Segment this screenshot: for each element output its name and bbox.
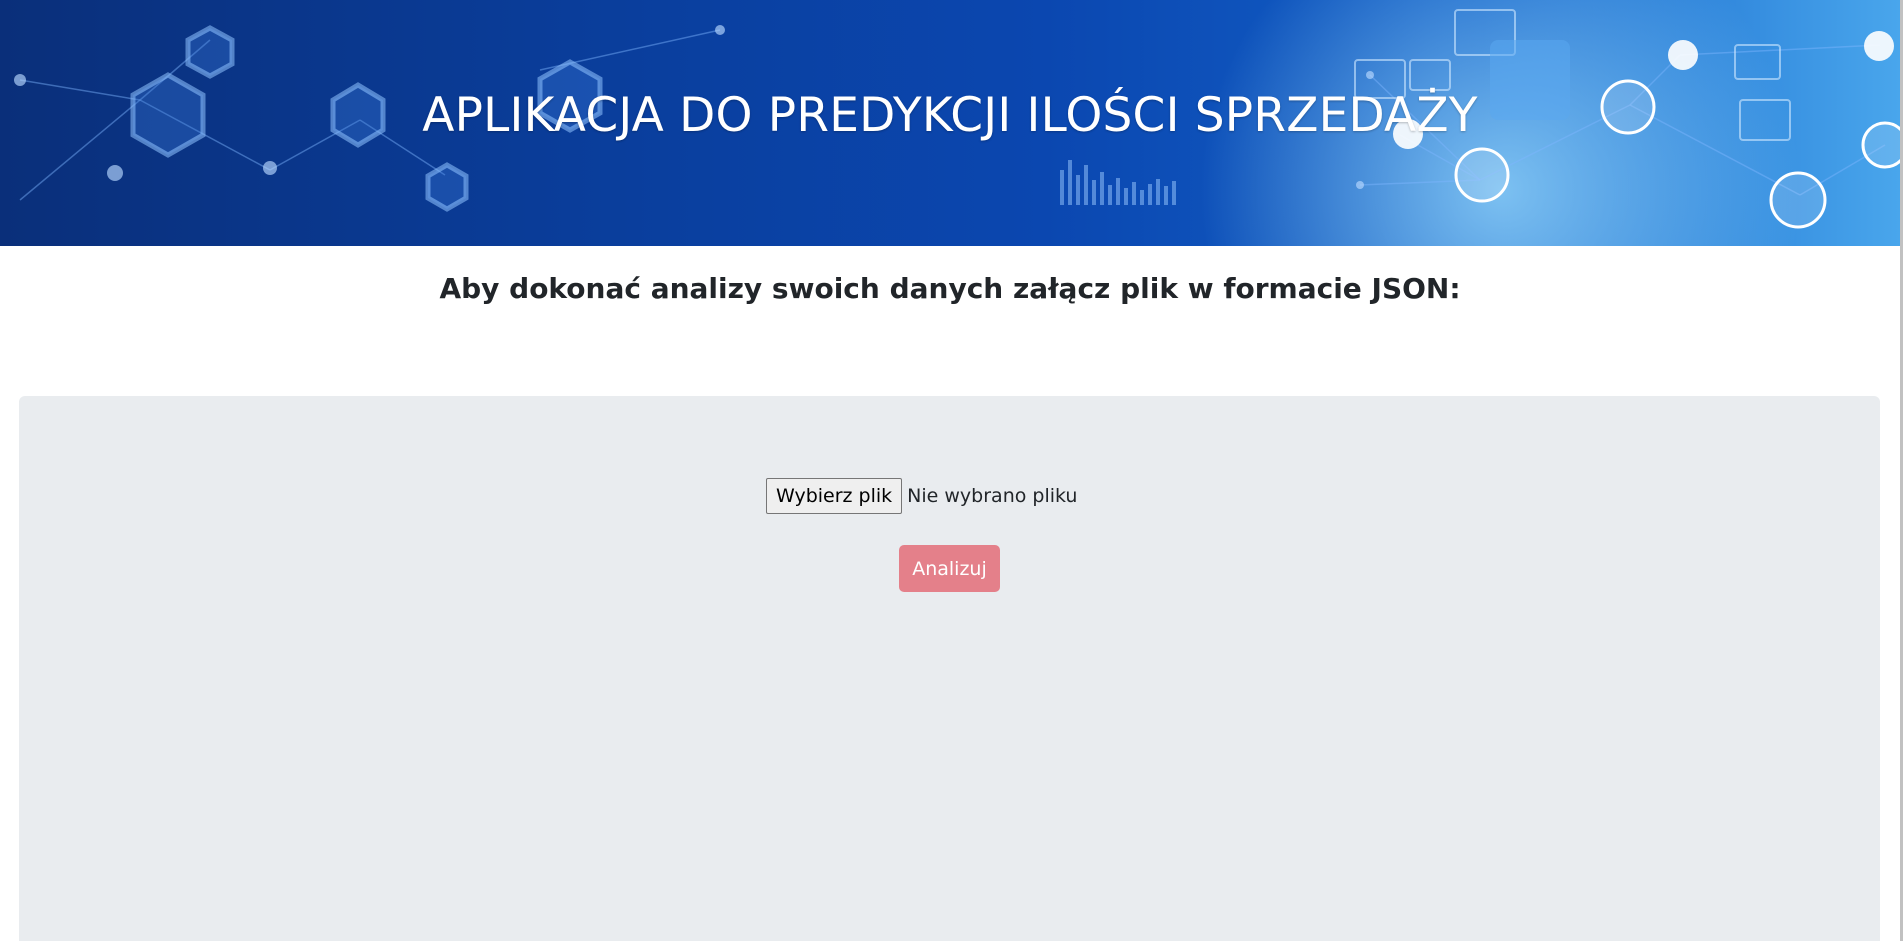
choose-file-button[interactable]: Wybierz plik [766, 478, 903, 514]
file-status-text: Nie wybrano pliku [907, 485, 1078, 507]
upload-instruction: Aby dokonać analizy swoich danych załącz… [439, 272, 1461, 305]
analyze-button[interactable]: Analizuj [899, 545, 1000, 592]
page: APLIKACJA DO PREDYKCJI ILOŚCI SPRZEDAŻY … [0, 0, 1903, 941]
header-banner: APLIKACJA DO PREDYKCJI ILOŚCI SPRZEDAŻY [0, 0, 1900, 246]
app-title: APLIKACJA DO PREDYKCJI ILOŚCI SPRZEDAŻY [422, 88, 1478, 143]
file-input[interactable]: Wybierz plik Nie wybrano pliku [766, 478, 1077, 514]
